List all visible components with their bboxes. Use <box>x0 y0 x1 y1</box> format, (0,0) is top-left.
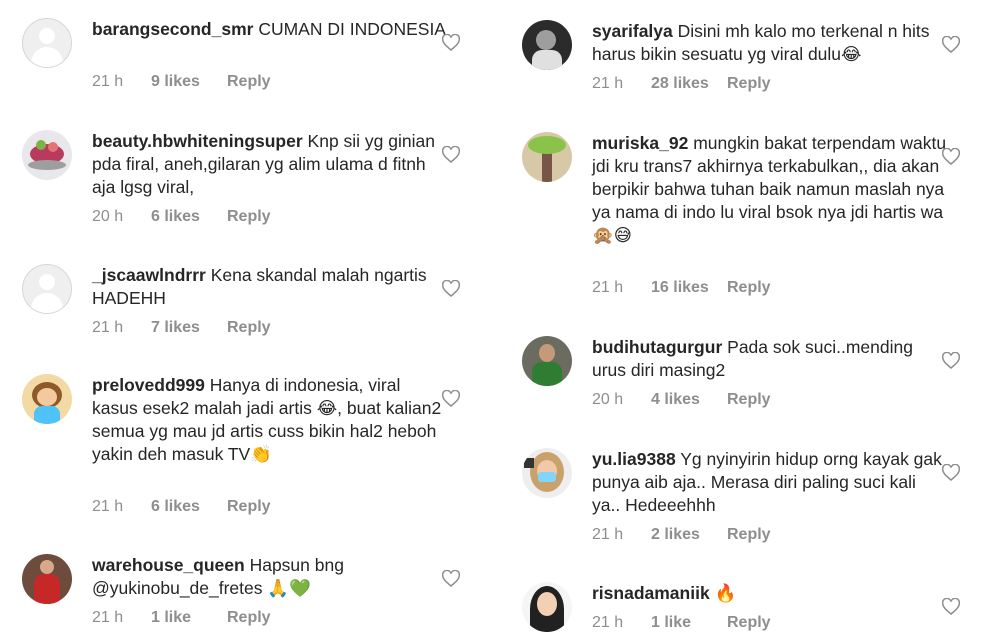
comments-column-left: barangsecond_smr CUMAN DI INDONESIA 21 h… <box>0 0 480 640</box>
reply-button[interactable]: Reply <box>227 319 271 337</box>
avatar[interactable] <box>22 264 72 314</box>
avatar[interactable] <box>22 554 72 604</box>
comment-time: 21 h <box>592 279 624 296</box>
comment-meta: 20 h 6 likes Reply <box>92 208 271 226</box>
heart-icon[interactable] <box>942 464 960 481</box>
avatar[interactable] <box>522 582 572 632</box>
reply-button[interactable]: Reply <box>727 526 771 544</box>
comment-username[interactable]: barangsecond_smr <box>92 19 253 39</box>
avatar[interactable] <box>22 18 72 68</box>
comment-username[interactable]: muriska_92 <box>592 133 688 153</box>
comment-likes[interactable]: 28 likes <box>651 75 727 93</box>
reply-button[interactable]: Reply <box>727 391 771 409</box>
comment-meta: 21 h 1 like Reply <box>592 614 771 632</box>
comment-body: yu.lia9388 Yg nyinyirin hidup orng kayak… <box>592 448 947 517</box>
reply-button[interactable]: Reply <box>227 73 271 91</box>
avatar[interactable] <box>22 130 72 180</box>
comment-likes[interactable]: 7 likes <box>151 319 227 337</box>
comment-meta: 21 h 2 likes Reply <box>592 526 771 544</box>
comment-username[interactable]: prelovedd999 <box>92 375 205 395</box>
heart-icon[interactable] <box>942 598 960 615</box>
comment-username[interactable]: risnadamaniik <box>592 583 710 603</box>
avatar[interactable] <box>22 374 72 424</box>
column-divider <box>490 0 500 640</box>
comment-body: beauty.hbwhiteningsuper Knp sii yg ginia… <box>92 130 447 199</box>
heart-icon[interactable] <box>942 352 960 369</box>
comment-likes[interactable]: 2 likes <box>651 526 727 544</box>
comment-time: 20 h <box>92 208 124 225</box>
comment-username[interactable]: budihutagurgur <box>592 337 722 357</box>
reply-button[interactable]: Reply <box>227 609 271 627</box>
heart-icon[interactable] <box>442 570 460 587</box>
reply-button[interactable]: Reply <box>227 498 271 516</box>
comment-meta: 21 h 16 likes Reply <box>592 279 771 297</box>
comment-body: budihutagurgur Pada sok suci..mending ur… <box>592 336 947 382</box>
comment-body: barangsecond_smr CUMAN DI INDONESIA <box>92 18 447 41</box>
avatar[interactable] <box>522 132 572 182</box>
reply-button[interactable]: Reply <box>727 279 771 297</box>
comment-username[interactable]: yu.lia9388 <box>592 449 676 469</box>
comment-text: CUMAN DI INDONESIA <box>258 19 446 39</box>
avatar[interactable] <box>522 448 572 498</box>
comment-body: syarifalya Disini mh kalo mo terkenal n … <box>592 20 947 66</box>
comment-username[interactable]: syarifalya <box>592 21 673 41</box>
comment-time: 20 h <box>592 391 624 408</box>
comment-meta: 21 h 28 likes Reply <box>592 75 771 93</box>
avatar[interactable] <box>522 20 572 70</box>
comment-likes[interactable]: 16 likes <box>651 279 727 297</box>
comment-username[interactable]: warehouse_queen <box>92 555 245 575</box>
comment-time: 21 h <box>592 526 624 543</box>
comment-time: 21 h <box>92 73 124 90</box>
comment-likes[interactable]: 4 likes <box>651 391 727 409</box>
heart-icon[interactable] <box>942 36 960 53</box>
comment-meta: 21 h 6 likes Reply <box>92 498 271 516</box>
comment-username[interactable]: _jscaawlndrrr <box>92 265 206 285</box>
heart-icon[interactable] <box>442 280 460 297</box>
comment-time: 21 h <box>92 319 124 336</box>
comment-username[interactable]: beauty.hbwhiteningsuper <box>92 131 303 151</box>
heart-icon[interactable] <box>942 148 960 165</box>
comment-time: 21 h <box>592 614 624 631</box>
comment-meta: 20 h 4 likes Reply <box>592 391 771 409</box>
comment-text: 🔥 <box>714 583 737 603</box>
comment-meta: 21 h 1 like Reply <box>92 609 271 627</box>
comments-column-right: syarifalya Disini mh kalo mo terkenal n … <box>500 0 980 640</box>
comment-body: prelovedd999 Hanya di indonesia, viral k… <box>92 374 447 466</box>
reply-button[interactable]: Reply <box>727 614 771 632</box>
comment-time: 21 h <box>92 498 124 515</box>
reply-button[interactable]: Reply <box>727 75 771 93</box>
comment-likes[interactable]: 6 likes <box>151 498 227 516</box>
heart-icon[interactable] <box>442 34 460 51</box>
avatar[interactable] <box>522 336 572 386</box>
comment-body: muriska_92 mungkin bakat terpendam waktu… <box>592 132 947 247</box>
comment-likes[interactable]: 9 likes <box>151 73 227 91</box>
comment-time: 21 h <box>592 75 624 92</box>
comment-time: 21 h <box>92 609 124 626</box>
comment-likes[interactable]: 1 like <box>151 609 227 627</box>
reply-button[interactable]: Reply <box>227 208 271 226</box>
comment-body: warehouse_queen Hapsun bng @yukinobu_de_… <box>92 554 447 600</box>
heart-icon[interactable] <box>442 390 460 407</box>
comment-body: _jscaawlndrrr Kena skandal malah ngartis… <box>92 264 447 310</box>
comment-body: risnadamaniik 🔥 <box>592 582 947 605</box>
comment-meta: 21 h 9 likes Reply <box>92 73 271 91</box>
comment-likes[interactable]: 6 likes <box>151 208 227 226</box>
comment-meta: 21 h 7 likes Reply <box>92 319 271 337</box>
heart-icon[interactable] <box>442 146 460 163</box>
comment-likes[interactable]: 1 like <box>651 614 727 632</box>
